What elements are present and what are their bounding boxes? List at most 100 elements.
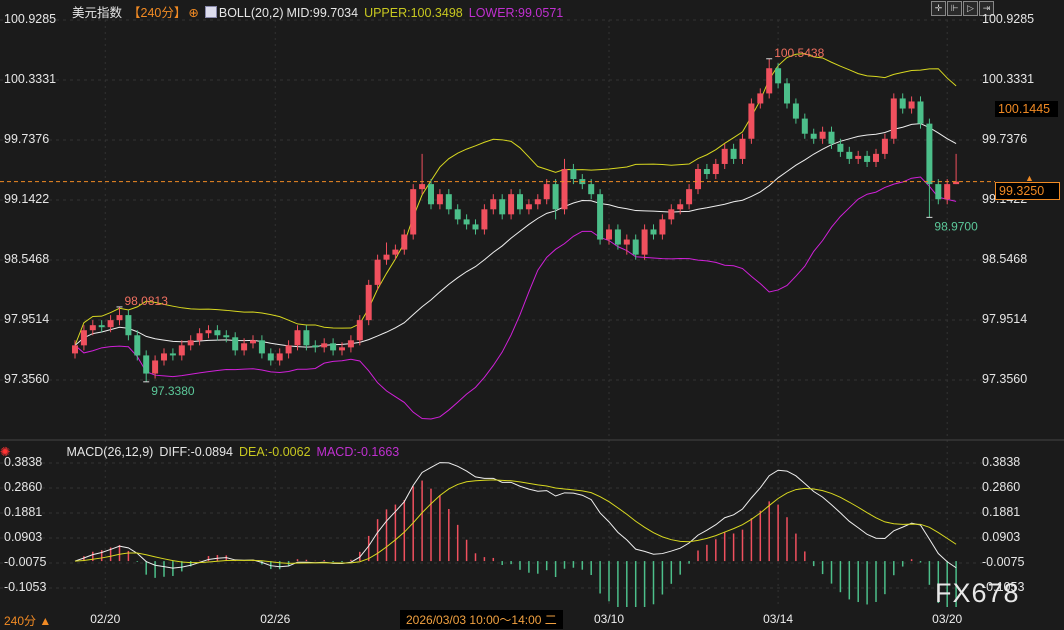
price-tick-label: 97.3560 — [4, 372, 50, 386]
candle-body — [828, 131, 835, 144]
candle-body — [116, 315, 123, 321]
boll-icon[interactable] — [204, 6, 217, 18]
candle-body — [686, 189, 693, 205]
macd-tick-label: -0.1053 — [4, 579, 47, 594]
price-annotation: 98.0813 — [125, 294, 169, 308]
boll-mid-line — [74, 123, 957, 348]
candle-body — [632, 239, 639, 255]
candle-body — [499, 199, 506, 215]
price-tick-label: 97.3560 — [982, 372, 1028, 386]
candle-body — [810, 133, 817, 139]
macd-value: MACD:-0.1663 — [316, 445, 400, 459]
macd-tick-label: 0.3838 — [4, 455, 43, 469]
candle-body — [80, 330, 87, 346]
macd-tick-label: 0.2860 — [4, 479, 43, 494]
price-tick-label: 100.9285 — [4, 12, 57, 26]
candle-body — [899, 98, 906, 109]
candle-body — [659, 219, 666, 235]
candle-body — [134, 335, 141, 356]
price-tick-label: 97.9514 — [4, 312, 50, 326]
macd-diff-line — [74, 462, 957, 569]
price-tick-label: 98.5468 — [4, 252, 50, 266]
candle-body — [330, 343, 337, 351]
candle-body — [303, 330, 310, 346]
settings-icon[interactable]: ⊕ — [188, 6, 198, 20]
date-tick-label: 03/14 — [763, 612, 794, 626]
candle-body — [374, 259, 381, 285]
candle-body — [517, 194, 523, 210]
candle-body — [543, 184, 550, 200]
candle-body — [668, 209, 675, 220]
candle-body — [258, 340, 265, 354]
candle-body — [241, 343, 248, 351]
candle-body — [846, 151, 853, 159]
boll-lower: LOWER:99.0571 — [468, 6, 564, 20]
candle-body — [463, 219, 470, 225]
candle-body — [72, 345, 78, 354]
macd-tick-label: 0.0903 — [4, 530, 43, 544]
candle-body — [178, 345, 185, 356]
candle-body — [561, 168, 568, 210]
candle-body — [490, 199, 497, 210]
candle-body — [926, 123, 933, 185]
candle-body — [267, 353, 274, 361]
candle-body — [623, 239, 630, 245]
candle-body — [98, 325, 105, 328]
candle-body — [214, 330, 221, 336]
price-annotation: 97.3380 — [151, 384, 195, 398]
macd-tick-label: 0.1881 — [4, 505, 43, 519]
price-tick-label: 98.5468 — [982, 252, 1028, 266]
candle-body — [169, 353, 176, 356]
boll-mid: MID:99.7034 — [286, 6, 359, 20]
chart-canvas[interactable]: 98.0813 97.3380 100.5438 98.9700 — [0, 0, 1064, 607]
date-tick-label: 02/26 — [260, 612, 291, 626]
candle-body — [730, 148, 737, 159]
candle-body — [935, 184, 942, 200]
candle-body — [588, 184, 595, 195]
period-switch[interactable]: 240分 ▲ — [4, 612, 51, 629]
candle-body — [757, 93, 764, 104]
candle-body — [428, 184, 434, 205]
candle-body — [534, 199, 541, 205]
price-tick-label: 99.7376 — [4, 132, 50, 146]
candle-body — [276, 353, 283, 361]
fx678-watermark: FX678 — [935, 578, 1020, 608]
candle-body — [223, 335, 230, 338]
candle-body — [445, 194, 452, 210]
macd-tick-label: 0.3838 — [982, 455, 1021, 469]
crosshair-icon[interactable]: ✛ — [931, 1, 946, 16]
fit-left-icon[interactable]: ⊩ — [947, 1, 962, 16]
macd-tick-label: -0.0075 — [982, 554, 1025, 569]
period-label[interactable]: 【240分】 — [128, 6, 186, 20]
candle-body — [365, 284, 372, 321]
macd-tick-label: 0.0903 — [982, 530, 1021, 544]
candle-body — [552, 184, 559, 210]
candle-body — [641, 229, 648, 255]
candle-body — [650, 229, 657, 235]
candle-body — [347, 340, 354, 348]
candle-body — [703, 168, 710, 175]
candle-body — [784, 83, 790, 104]
candle-body — [739, 138, 746, 159]
price-tick-label: 97.9514 — [982, 312, 1028, 326]
candle-body — [143, 355, 150, 374]
candle-body — [481, 209, 488, 230]
date-tick-label: 02/20 — [90, 612, 121, 626]
last-price-box: 99.3250 — [995, 182, 1060, 200]
play-right-icon[interactable]: ▷ — [963, 1, 978, 16]
candle-body — [294, 330, 301, 346]
candle-body — [614, 229, 621, 245]
candle-body — [312, 345, 319, 348]
candle-body — [205, 330, 212, 334]
macd-tick-label: 0.1881 — [982, 505, 1021, 519]
macd-tick-label: -0.0075 — [4, 554, 47, 569]
candle-body — [873, 153, 879, 162]
candle-body — [232, 337, 239, 351]
candle-body — [855, 155, 862, 159]
candle-body — [890, 98, 897, 139]
candle-body — [436, 194, 443, 205]
candle-body — [525, 204, 532, 210]
price-alert-icon[interactable]: ▲ — [1025, 173, 1034, 183]
candle-body — [401, 234, 408, 250]
price-tick-label: 100.3331 — [982, 72, 1035, 86]
